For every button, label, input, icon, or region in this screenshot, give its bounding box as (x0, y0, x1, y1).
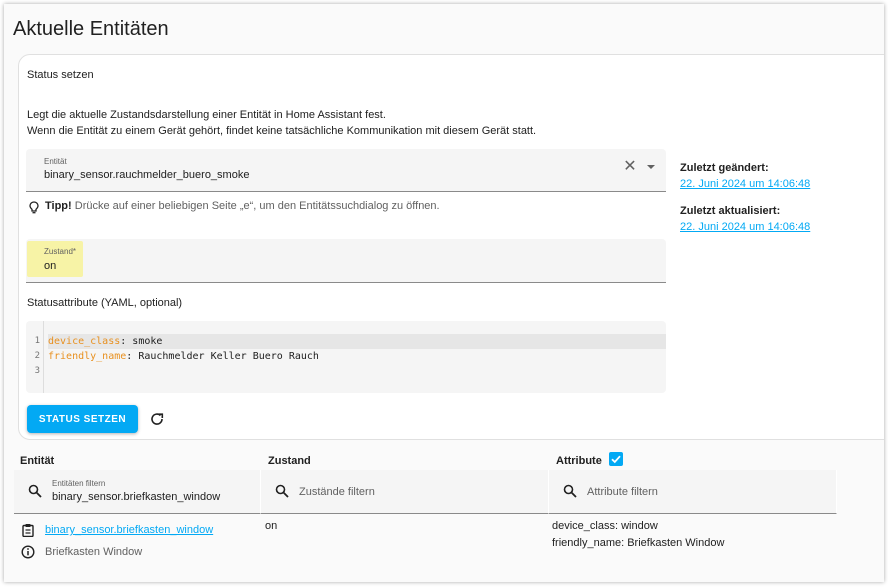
search-icon (563, 484, 577, 498)
card-title: Status setzen (27, 69, 94, 81)
info-icon[interactable] (21, 545, 35, 559)
entity-picker-label: Entität (44, 157, 67, 166)
app-window: Aktuelle Entitäten Status setzen Legt di… (4, 4, 884, 582)
row-attribute: friendly_name: Briefkasten Window (552, 537, 725, 549)
line-number: 1 (34, 336, 40, 346)
line-number: 3 (34, 366, 40, 376)
row-state: on (265, 520, 278, 532)
tip-bold: Tipp! (45, 200, 72, 212)
state-filter-placeholder: Zustände filtern (299, 486, 375, 498)
column-header-entity: Entität (20, 455, 55, 467)
entity-friendly-name: Briefkasten Window (45, 546, 143, 558)
row-attribute: device_class: window (552, 520, 658, 532)
column-header-state: Zustand (268, 455, 311, 467)
description-line-2: Wenn die Entität zu einem Gerät gehört, … (27, 125, 537, 137)
close-icon[interactable]: ✕ (622, 159, 638, 175)
chevron-down-icon[interactable] (644, 159, 658, 175)
description-line-1: Legt die aktuelle Zustandsdarstellung ei… (27, 109, 386, 121)
last-updated-label: Zuletzt aktualisiert: (680, 205, 781, 217)
yaml-editor[interactable]: 1 2 3 device_class: smoke friendly_name:… (26, 321, 666, 393)
tip-text: Tipp! Drücke auf einer beliebigen Seite … (45, 200, 440, 212)
editor-gutter: 1 2 3 (26, 321, 44, 393)
card-description: Legt die aktuelle Zustandsdarstellung ei… (27, 107, 536, 139)
yaml-key: device_class (48, 336, 121, 347)
attributes-checkbox[interactable] (609, 452, 623, 466)
state-field[interactable]: Zustand* on (26, 239, 666, 283)
state-field-value[interactable]: on (44, 260, 56, 272)
attributes-filter[interactable]: Attribute filtern (549, 470, 837, 514)
entity-picker[interactable]: Entität binary_sensor.rauchmelder_buero_… (26, 149, 666, 192)
set-state-card: Status setzen Legt die aktuelle Zustands… (18, 54, 884, 440)
entity-link[interactable]: binary_sensor.briefkasten_window (45, 524, 213, 536)
lightbulb-icon (29, 201, 39, 214)
line-number: 2 (34, 351, 40, 361)
search-icon (28, 484, 42, 498)
clipboard-icon[interactable] (21, 523, 35, 537)
entity-filter[interactable]: Entitäten filtern binary_sensor.briefkas… (14, 470, 261, 514)
last-updated-link[interactable]: 22. Juni 2024 um 14:06:48 (680, 221, 810, 233)
entity-filter-value[interactable]: binary_sensor.briefkasten_window (52, 491, 220, 503)
code-line[interactable]: friendly_name: Rauchmelder Keller Buero … (48, 349, 319, 364)
yaml-value: Rauchmelder Keller Buero Rauch (138, 351, 319, 362)
last-changed-link[interactable]: 22. Juni 2024 um 14:06:48 (680, 178, 810, 190)
entity-picker-value[interactable]: binary_sensor.rauchmelder_buero_smoke (44, 169, 249, 181)
search-icon (275, 484, 289, 498)
entity-filter-label: Entitäten filtern (52, 479, 106, 488)
page-title: Aktuelle Entitäten (13, 18, 169, 40)
code-line[interactable]: device_class: smoke (48, 334, 666, 349)
yaml-key: friendly_name (48, 351, 127, 362)
yaml-separator: : (126, 351, 139, 362)
yaml-separator: : (120, 336, 133, 347)
check-icon (611, 455, 621, 464)
last-changed-label: Zuletzt geändert: (680, 162, 769, 174)
attributes-filter-placeholder: Attribute filtern (587, 486, 658, 498)
set-state-button[interactable]: STATUS SETZEN (27, 405, 138, 433)
attributes-heading: Statusattribute (YAML, optional) (27, 297, 183, 309)
column-header-attributes: Attribute (556, 455, 602, 467)
tip-message: Drücke auf einer beliebigen Seite „e“, u… (71, 200, 440, 212)
yaml-value: smoke (132, 336, 163, 347)
refresh-icon[interactable] (149, 411, 165, 427)
state-filter[interactable]: Zustände filtern (261, 470, 549, 514)
state-field-label: Zustand* (44, 247, 77, 256)
